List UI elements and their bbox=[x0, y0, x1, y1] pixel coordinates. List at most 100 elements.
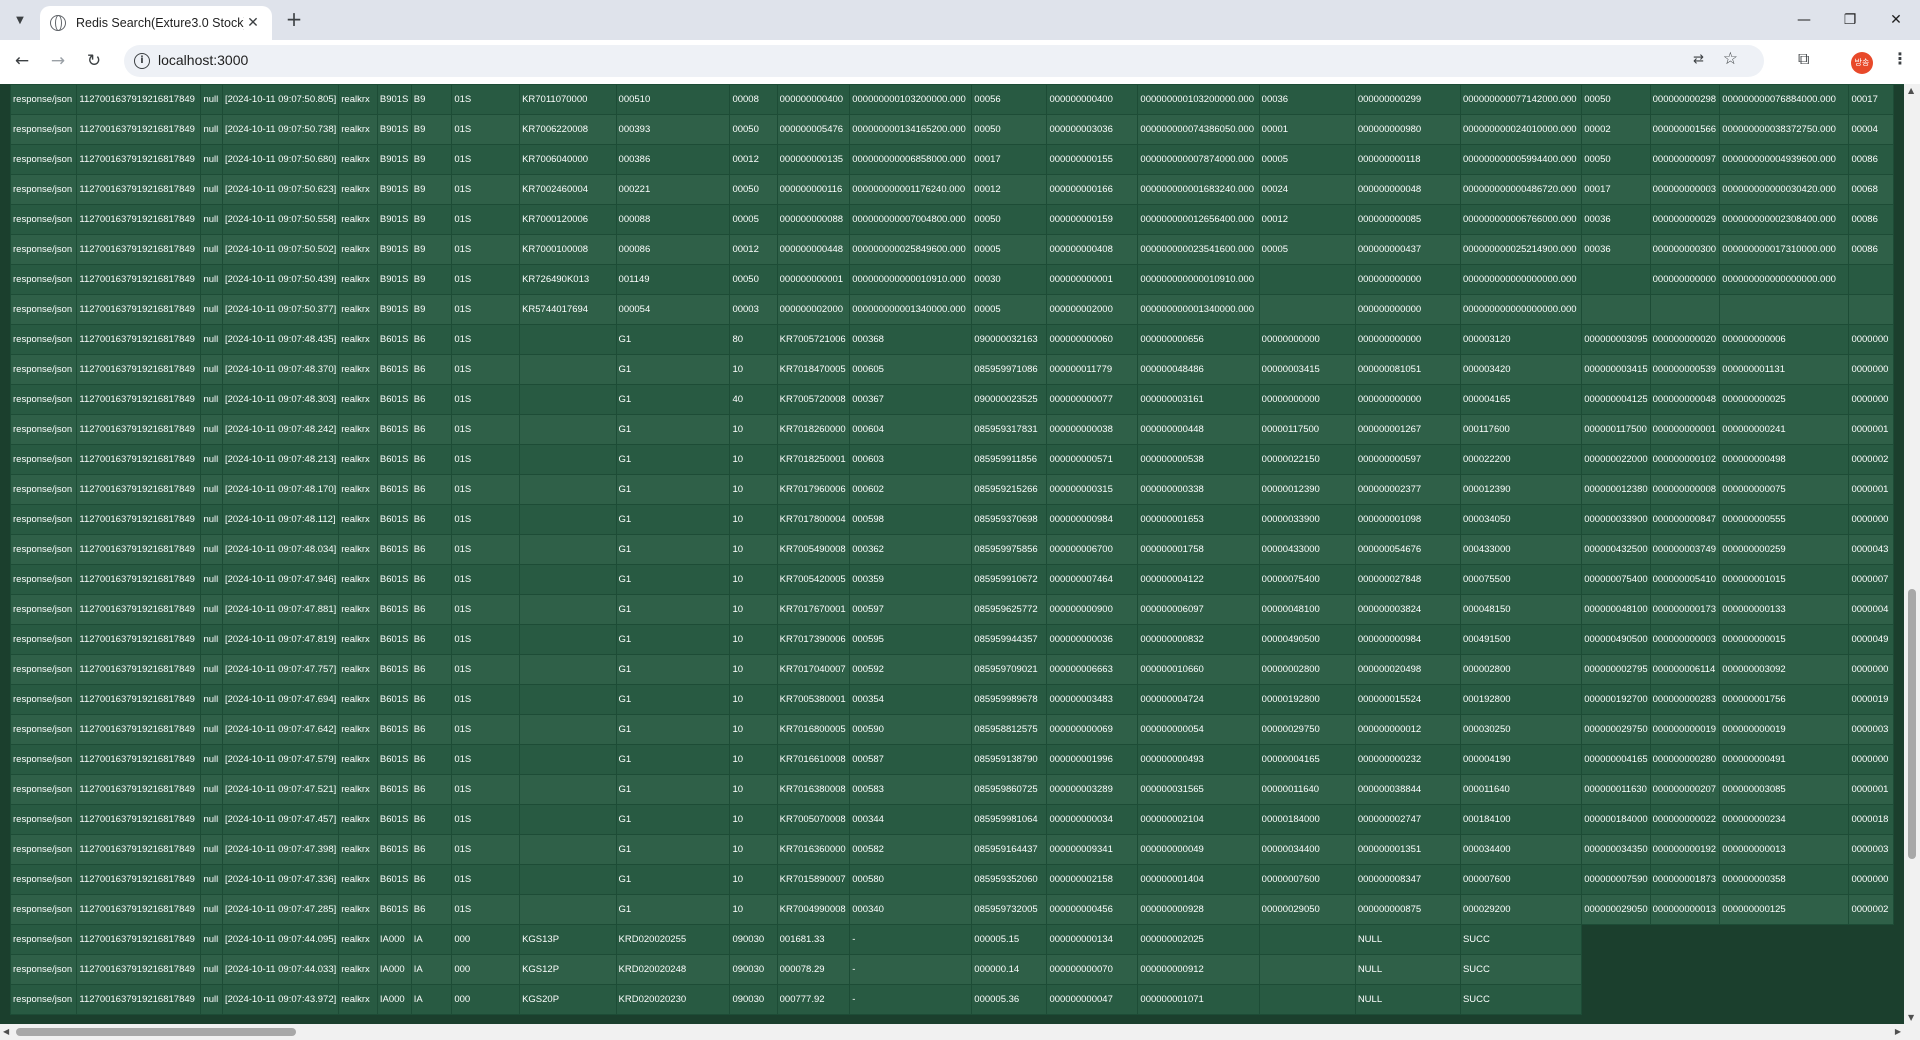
table-cell: 000022200 bbox=[1459, 444, 1583, 475]
table-cell: 00000029750 bbox=[1258, 714, 1356, 745]
table-cell: [2024-10-11 09:07:47.694] bbox=[221, 684, 340, 715]
table-cell bbox=[519, 444, 617, 475]
table-cell: 000344 bbox=[849, 804, 973, 835]
minimize-window-icon[interactable]: — bbox=[1784, 8, 1824, 32]
profile-avatar[interactable]: 방송 bbox=[1851, 52, 1873, 74]
table-cell: 000000000075 bbox=[1719, 474, 1850, 505]
browser-tab-active[interactable]: Redis Search(Exture3.0 Stock) ✕ bbox=[40, 6, 272, 40]
table-cell: SUCC bbox=[1459, 924, 1583, 955]
table-cell: 1127001637919216817849 bbox=[76, 504, 202, 535]
table-cell: 000003120 bbox=[1459, 324, 1583, 355]
table-cell: 000000000493 bbox=[1137, 744, 1260, 775]
table-cell: 01S bbox=[451, 504, 521, 535]
close-tab-icon[interactable]: ✕ bbox=[244, 15, 262, 31]
table-cell: 10 bbox=[729, 534, 778, 565]
table-cell: 1127001637919216817849 bbox=[76, 114, 202, 145]
table-cell: 000000001015 bbox=[1719, 564, 1850, 595]
table-cell: 000000000006858000.000 bbox=[849, 144, 973, 175]
reload-icon[interactable]: ↻ bbox=[82, 49, 106, 73]
table-cell: 00000029050 bbox=[1258, 894, 1356, 925]
tab-search-chevron-icon[interactable]: ▼ bbox=[10, 10, 30, 30]
table-cell: 000000192700 bbox=[1581, 684, 1651, 715]
table-cell: 000000008347 bbox=[1354, 864, 1461, 895]
translate-icon[interactable]: ⇄ bbox=[1693, 52, 1704, 67]
table-cell: 01S bbox=[451, 864, 521, 895]
table-cell: 0000000 bbox=[1848, 504, 1894, 535]
table-cell: 085959981064 bbox=[971, 804, 1048, 835]
table-row: response/json1127001637919216817849null[… bbox=[9, 534, 1904, 565]
table-cell: 00005 bbox=[729, 204, 778, 235]
table-cell bbox=[519, 564, 617, 595]
forward-arrow-icon[interactable]: → bbox=[46, 49, 70, 73]
table-cell: 000000003095 bbox=[1581, 324, 1651, 355]
table-cell: 000000000054 bbox=[1137, 714, 1260, 745]
table-cell: response/json bbox=[9, 954, 78, 985]
back-arrow-icon[interactable]: ← bbox=[10, 49, 34, 73]
table-cell: 000000048100 bbox=[1581, 594, 1651, 625]
table-row: response/json1127001637919216817849null[… bbox=[9, 354, 1904, 385]
scroll-up-arrow-icon[interactable]: ▲ bbox=[1908, 86, 1914, 95]
table-cell: G1 bbox=[615, 624, 731, 655]
scroll-right-arrow-icon[interactable]: ▶ bbox=[1895, 1027, 1901, 1036]
table-cell: realkrx bbox=[338, 444, 378, 475]
table-cell: 000000006097 bbox=[1137, 594, 1260, 625]
browser-menu-kebab-icon[interactable]: ⋮ bbox=[1892, 49, 1908, 68]
table-row: response/json1127001637919216817849null[… bbox=[9, 684, 1904, 715]
table-cell: realkrx bbox=[338, 504, 378, 535]
new-tab-plus-icon[interactable]: + bbox=[282, 8, 306, 32]
table-cell: null bbox=[200, 954, 223, 985]
horizontal-scrollbar[interactable]: ◀ ▶ bbox=[0, 1024, 1904, 1040]
url-text[interactable]: localhost:3000 bbox=[158, 52, 248, 68]
table-cell: B9 bbox=[410, 174, 453, 205]
table-cell: 000000000076884000.000 bbox=[1719, 84, 1850, 115]
table-cell: 000078.29 bbox=[776, 954, 851, 985]
table-cell bbox=[1581, 984, 1651, 1015]
table-cell: null bbox=[200, 114, 223, 145]
table-cell: 000000000019 bbox=[1649, 714, 1721, 745]
table-cell: response/json bbox=[9, 684, 78, 715]
table-cell: 000000000000 bbox=[1354, 264, 1461, 295]
table-cell: [2024-10-11 09:07:47.579] bbox=[221, 744, 340, 775]
table-cell: B6 bbox=[410, 504, 453, 535]
table-cell bbox=[1258, 984, 1356, 1015]
table-cell: B6 bbox=[410, 834, 453, 865]
table-cell bbox=[1649, 954, 1721, 985]
bookmark-star-icon[interactable]: ☆ bbox=[1723, 49, 1738, 69]
table-cell: 00086 bbox=[1848, 234, 1894, 265]
table-cell: response/json bbox=[9, 594, 78, 625]
vertical-scroll-thumb[interactable] bbox=[1908, 589, 1916, 859]
table-cell: [2024-10-11 09:07:48.435] bbox=[221, 324, 340, 355]
table-cell: 000000012380 bbox=[1581, 474, 1651, 505]
horizontal-scroll-thumb[interactable] bbox=[16, 1028, 296, 1036]
table-cell: KR7005070008 bbox=[776, 804, 851, 835]
table-cell: B601S bbox=[376, 654, 412, 685]
table-cell: 000117600 bbox=[1459, 414, 1583, 445]
table-cell: G1 bbox=[615, 864, 731, 895]
address-bar[interactable]: i localhost:3000 ⇄ ☆ bbox=[124, 45, 1764, 77]
close-window-icon[interactable]: ✕ bbox=[1876, 8, 1916, 32]
scroll-left-arrow-icon[interactable]: ◀ bbox=[3, 1027, 9, 1036]
table-row: response/json1127001637919216817849null[… bbox=[9, 114, 1904, 145]
table-cell: 00000490500 bbox=[1258, 624, 1356, 655]
extensions-puzzle-icon[interactable]: ⧉ bbox=[1798, 49, 1809, 69]
table-cell: B9 bbox=[410, 234, 453, 265]
table-cell: NULL bbox=[1354, 954, 1461, 985]
table-cell: KR7018250001 bbox=[776, 444, 851, 475]
table-cell: realkrx bbox=[338, 864, 378, 895]
table-cell: 085959164437 bbox=[971, 834, 1048, 865]
table-cell: null bbox=[200, 744, 223, 775]
table-cell: 000000000000010910.000 bbox=[1137, 264, 1260, 295]
table-cell: 01S bbox=[451, 444, 521, 475]
vertical-scrollbar[interactable]: ▲ ▼ bbox=[1904, 84, 1920, 1040]
restore-window-icon[interactable]: ❐ bbox=[1830, 8, 1870, 32]
table-cell: 10 bbox=[729, 894, 778, 925]
table-cell: B6 bbox=[410, 654, 453, 685]
table-cell: 000510 bbox=[615, 84, 731, 115]
table-cell: [2024-10-11 09:07:48.370] bbox=[221, 354, 340, 385]
site-info-icon[interactable]: i bbox=[134, 53, 150, 69]
scroll-down-arrow-icon[interactable]: ▼ bbox=[1908, 1013, 1914, 1022]
table-cell: null bbox=[200, 324, 223, 355]
table-cell: response/json bbox=[9, 834, 78, 865]
table-cell: 000000001873 bbox=[1649, 864, 1721, 895]
table-cell: B6 bbox=[410, 354, 453, 385]
